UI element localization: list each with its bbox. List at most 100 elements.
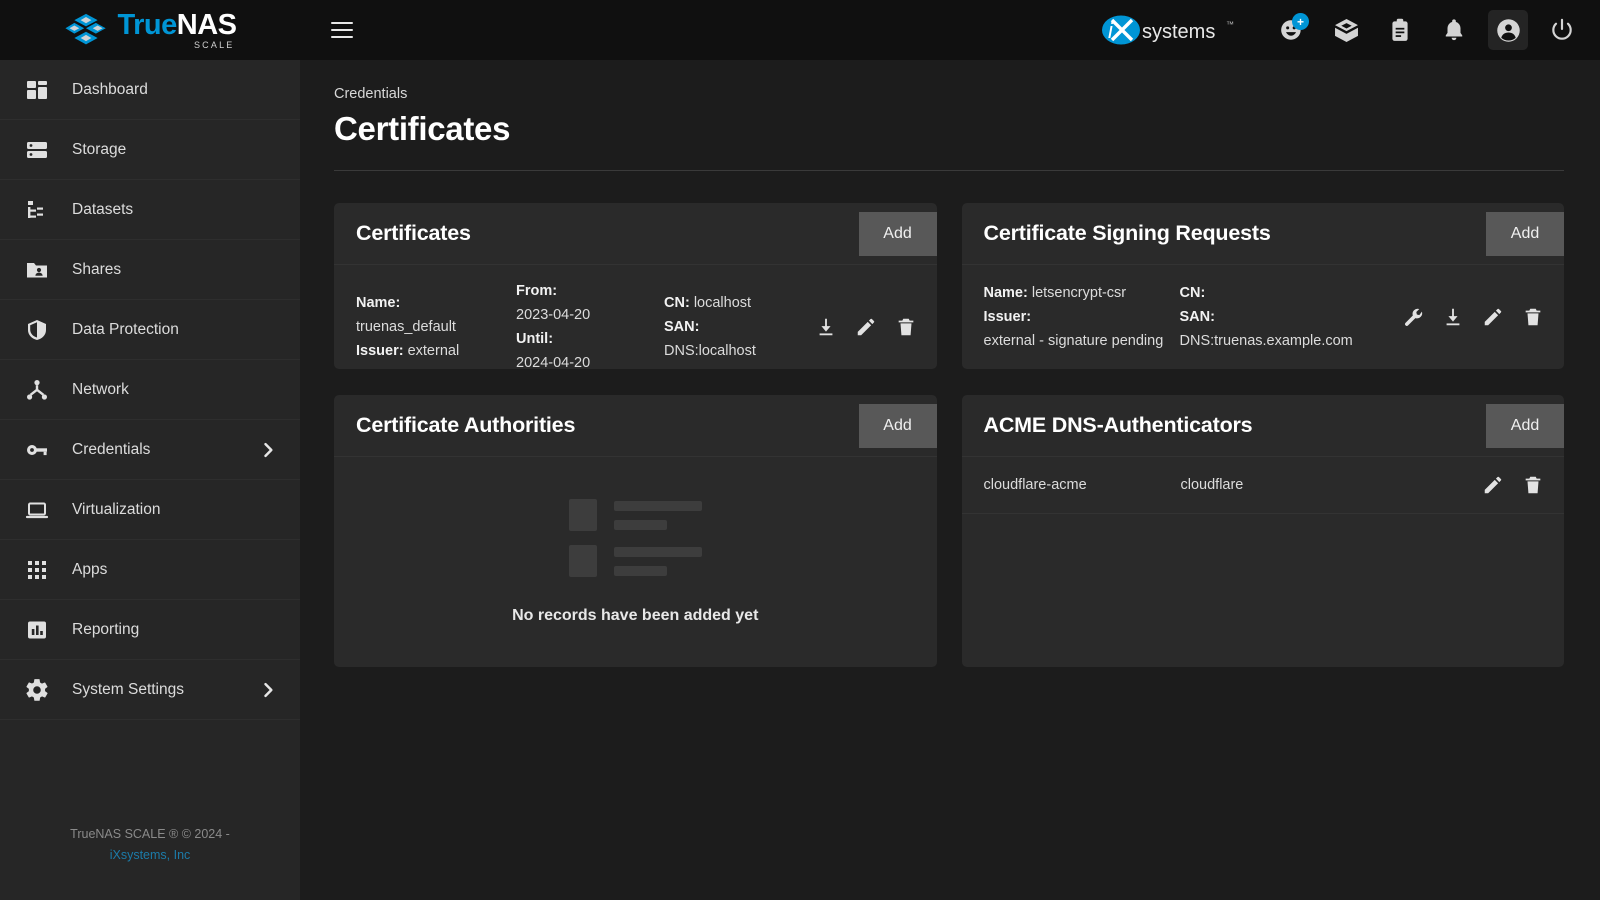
sidebar-item-dashboard[interactable]: Dashboard xyxy=(0,60,300,120)
csr-card-header: Certificate Signing Requests Add xyxy=(962,203,1565,265)
sidebar-item-storage[interactable]: Storage xyxy=(0,120,300,180)
skeleton-row xyxy=(569,499,702,531)
breadcrumb[interactable]: Credentials xyxy=(334,86,1564,102)
sidebar-item-network[interactable]: Network xyxy=(0,360,300,420)
sidebar-item-label: Dashboard xyxy=(72,81,148,99)
sidebar: TrueNAS SCALE Dashboard xyxy=(0,0,300,900)
sidebar-nav: Dashboard Storage xyxy=(0,60,300,824)
sidebar-item-label: Apps xyxy=(72,561,107,579)
certificate-cn-column: CN: localhost SAN: DNS:localhost xyxy=(664,291,801,363)
laptop-icon xyxy=(22,495,52,525)
acme-authenticator: cloudflare xyxy=(1181,477,1469,493)
wrench-icon[interactable] xyxy=(1400,304,1426,330)
page-content: Credentials Certificates Certificates Ad… xyxy=(300,60,1600,900)
issuer-value: external - signature pending xyxy=(984,329,1180,353)
issuer-label: Issuer: xyxy=(984,309,1032,325)
cn-label: CN: xyxy=(1180,285,1206,301)
brand-title-nas: NAS xyxy=(177,9,237,41)
from-value: 2023-04-20 xyxy=(516,303,664,327)
delete-icon[interactable] xyxy=(1520,472,1546,498)
ixsystems-link[interactable]: iXsystems, Inc xyxy=(110,848,191,862)
truenas-cube-logo-icon xyxy=(64,13,108,47)
card-title: Certificate Signing Requests xyxy=(984,221,1271,246)
add-certificate-authority-button[interactable]: Add xyxy=(859,404,937,448)
edit-icon[interactable] xyxy=(1480,304,1506,330)
sidebar-item-label: Credentials xyxy=(72,441,150,459)
certificates-card: Certificates Add Name: truenas_default I… xyxy=(334,203,937,369)
san-label: SAN: xyxy=(664,319,699,335)
main-area: i systems ™ + xyxy=(300,0,1600,900)
add-certificate-button[interactable]: Add xyxy=(859,212,937,256)
brand-subtitle: SCALE xyxy=(194,41,235,50)
sidebar-item-label: Virtualization xyxy=(72,501,160,519)
skeleton-bar xyxy=(614,547,702,557)
sidebar-item-datasets[interactable]: Datasets xyxy=(0,180,300,240)
brand-header[interactable]: TrueNAS SCALE xyxy=(0,0,300,60)
skeleton-row xyxy=(569,545,702,577)
delete-icon[interactable] xyxy=(893,314,919,340)
certificate-authorities-card: Certificate Authorities Add xyxy=(334,395,937,667)
csr-cn-column: CN: SAN: DNS:truenas.example.com xyxy=(1180,281,1389,353)
cn-label: CN: xyxy=(664,295,690,311)
san-value: DNS:localhost xyxy=(664,339,801,363)
sidebar-item-label: Network xyxy=(72,381,129,399)
sidebar-item-label: Datasets xyxy=(72,201,133,219)
sidebar-item-credentials[interactable]: Credentials xyxy=(0,420,300,480)
certificates-card-body: Name: truenas_default Issuer: external F… xyxy=(334,265,937,369)
card-title: Certificates xyxy=(356,221,471,246)
empty-state: No records have been added yet xyxy=(334,457,937,667)
jobs-clipboard-icon[interactable] xyxy=(1380,10,1420,50)
empty-state-placeholder-icon xyxy=(569,499,702,577)
page-title: Certificates xyxy=(334,110,1564,148)
sidebar-item-label: Reporting xyxy=(72,621,139,639)
until-value: 2024-04-20 xyxy=(516,351,664,369)
csr-name-column: Name: letsencrypt-csr Issuer: external -… xyxy=(984,281,1180,353)
name-label: Name: xyxy=(356,295,400,311)
table-row: Name: truenas_default Issuer: external F… xyxy=(334,265,937,369)
csr-card: Certificate Signing Requests Add Name: l… xyxy=(962,203,1565,369)
account-icon[interactable] xyxy=(1488,10,1528,50)
cas-card-header: Certificate Authorities Add xyxy=(334,395,937,457)
svg-text:™: ™ xyxy=(1226,20,1234,29)
notifications-bell-icon[interactable] xyxy=(1434,10,1474,50)
hamburger-menu-icon[interactable] xyxy=(320,8,364,52)
brand-title: TrueNAS xyxy=(118,11,237,40)
skeleton-block xyxy=(569,545,597,577)
sidebar-item-apps[interactable]: Apps xyxy=(0,540,300,600)
name-value: letsencrypt-csr xyxy=(1032,285,1126,301)
edit-icon[interactable] xyxy=(1480,472,1506,498)
storage-icon xyxy=(22,135,52,165)
svg-text:systems: systems xyxy=(1142,21,1215,43)
certificate-dates-column: From: 2023-04-20 Until: 2024-04-20 xyxy=(516,279,664,369)
sidebar-item-virtualization[interactable]: Virtualization xyxy=(0,480,300,540)
sidebar-item-system-settings[interactable]: System Settings xyxy=(0,660,300,720)
table-row: cloudflare-acme cloudflare xyxy=(962,457,1565,514)
sidebar-item-shares[interactable]: Shares xyxy=(0,240,300,300)
ix-cube-icon[interactable] xyxy=(1326,10,1366,50)
hamburger-bar xyxy=(331,22,353,24)
skeleton-bar xyxy=(614,520,667,530)
row-actions xyxy=(1388,304,1546,330)
table-row: Name: letsencrypt-csr Issuer: external -… xyxy=(962,265,1565,369)
brand-text: TrueNAS SCALE xyxy=(118,11,237,50)
apps-grid-icon xyxy=(22,555,52,585)
title-divider xyxy=(334,170,1564,171)
sidebar-item-reporting[interactable]: Reporting xyxy=(0,600,300,660)
topbar-icon-group: + xyxy=(1272,10,1582,50)
chevron-right-icon xyxy=(258,440,278,460)
issuer-value: external xyxy=(408,343,460,359)
edit-icon[interactable] xyxy=(853,314,879,340)
chevron-right-icon xyxy=(258,680,278,700)
download-icon[interactable] xyxy=(813,314,839,340)
delete-icon[interactable] xyxy=(1520,304,1546,330)
sidebar-item-data-protection[interactable]: Data Protection xyxy=(0,300,300,360)
acme-name: cloudflare-acme xyxy=(984,477,1181,493)
power-icon[interactable] xyxy=(1542,10,1582,50)
cards-grid: Certificates Add Name: truenas_default I… xyxy=(334,203,1564,667)
row-actions xyxy=(1468,472,1546,498)
add-feedback-icon[interactable]: + xyxy=(1272,10,1312,50)
add-csr-button[interactable]: Add xyxy=(1486,212,1564,256)
download-icon[interactable] xyxy=(1440,304,1466,330)
add-acme-authenticator-button[interactable]: Add xyxy=(1486,404,1564,448)
shares-folder-icon xyxy=(22,255,52,285)
